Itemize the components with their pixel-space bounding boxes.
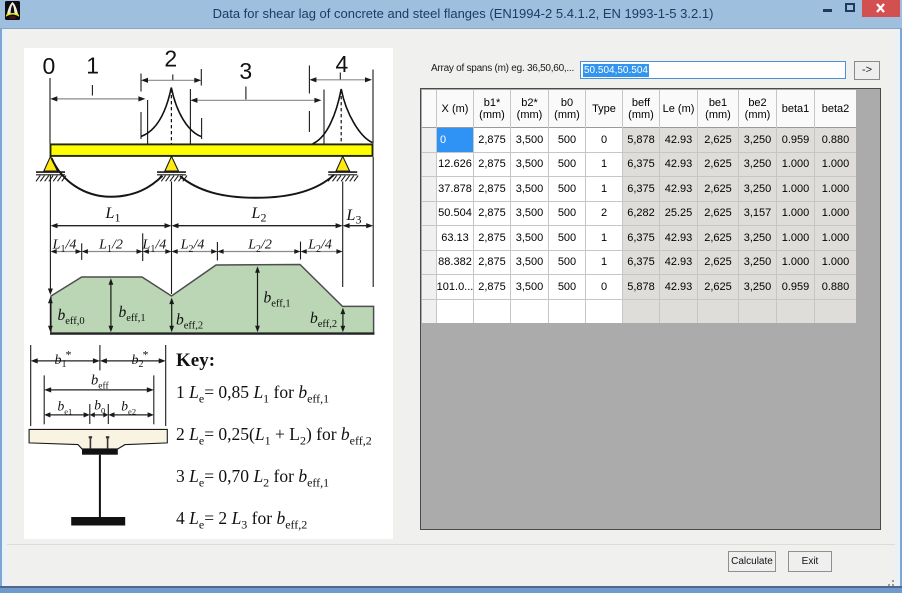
svg-text:1: 1 (86, 53, 99, 79)
svg-text:L3: L3 (346, 207, 362, 227)
svg-text:L1/4: L1/4 (142, 238, 167, 256)
svg-text:beff: beff (91, 373, 109, 392)
svg-text:L2/4: L2/4 (180, 238, 205, 256)
svg-text:b2*: b2* (132, 348, 149, 371)
svg-text:be1: be1 (58, 399, 73, 417)
svg-text:2: 2 (164, 48, 177, 72)
svg-text:b1*: b1* (55, 348, 72, 371)
svg-text:L2: L2 (251, 205, 267, 225)
svg-text:L1: L1 (105, 205, 121, 225)
svg-text:L1/4: L1/4 (52, 238, 77, 256)
svg-text:L1/2: L1/2 (98, 238, 123, 256)
svg-text:4: 4 (336, 51, 349, 77)
svg-text:3: 3 (239, 58, 252, 84)
svg-text:0: 0 (43, 53, 56, 79)
svg-text:L2/2: L2/2 (247, 238, 272, 256)
svg-text:b0: b0 (94, 398, 105, 416)
svg-text:L2/4: L2/4 (307, 238, 332, 256)
svg-text:be2: be2 (121, 399, 136, 417)
